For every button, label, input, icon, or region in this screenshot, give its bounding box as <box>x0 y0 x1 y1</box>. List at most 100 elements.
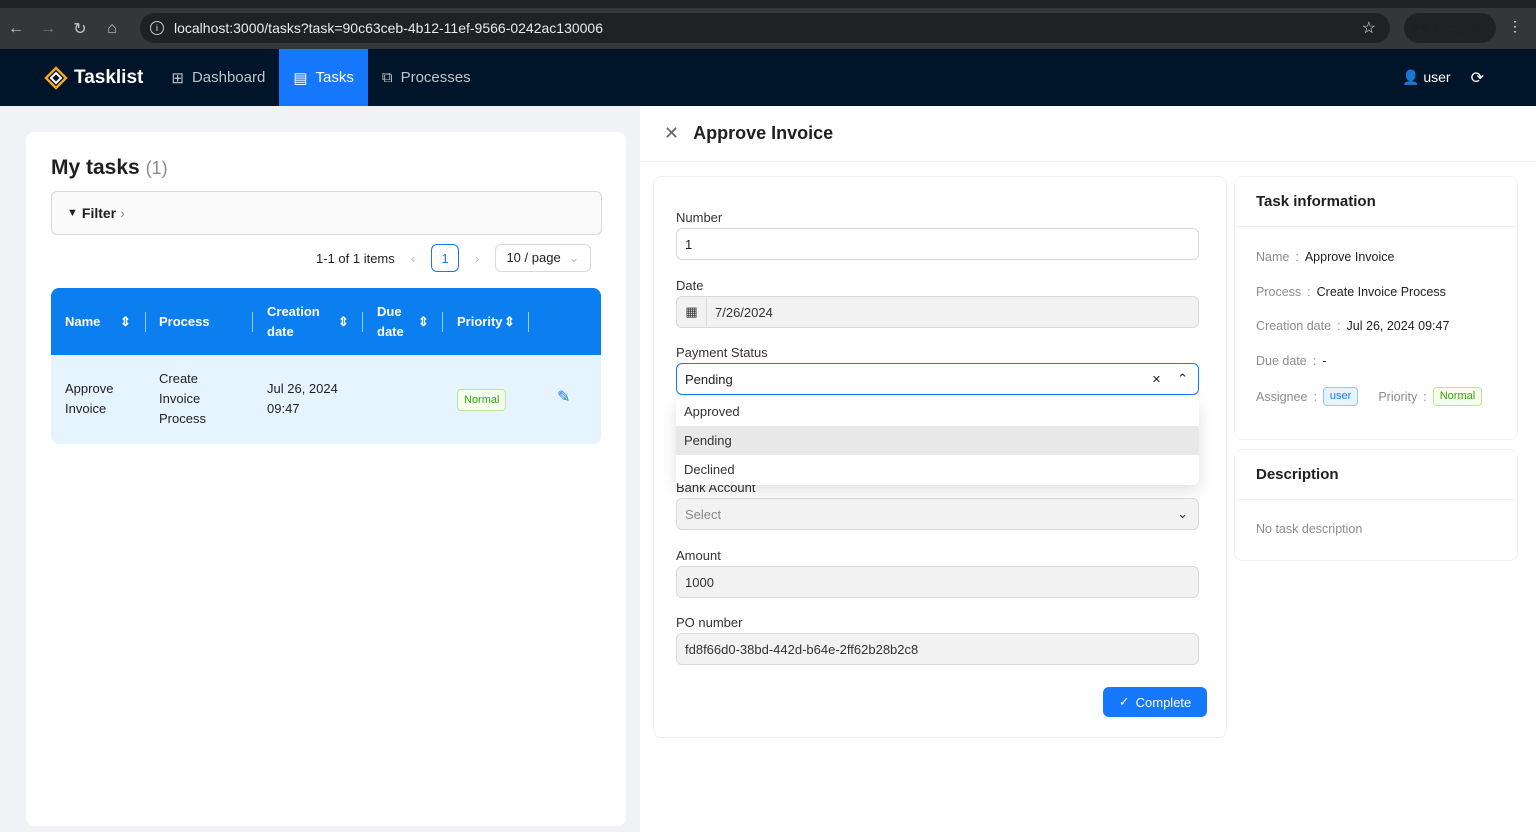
brand-name: Tasklist <box>74 66 144 88</box>
col-due-date[interactable]: Due date <box>377 302 417 342</box>
info-due: - <box>1322 354 1327 368</box>
menu-icon[interactable]: ⋮ <box>1508 18 1522 35</box>
filter-icon: ▼ <box>67 207 78 219</box>
task-info-title: Task information <box>1235 177 1517 227</box>
url-text: localhost:3000/tasks?task=90c63ceb-4b12-… <box>174 20 604 36</box>
clear-icon[interactable]: ✕ <box>1152 373 1161 386</box>
priority-badge: Normal <box>1432 387 1483 406</box>
task-form: Number 1 Date ▦ 7/26/2024 Payment Status … <box>653 176 1227 738</box>
page-title: My tasks (1) <box>51 156 168 180</box>
cell-process: Create Invoice Process <box>159 371 206 426</box>
nav-label: Dashboard <box>191 69 266 86</box>
sort-icon[interactable]: ⇕ <box>418 312 429 332</box>
user-menu[interactable]: 👤 user <box>1402 69 1451 86</box>
status-dropdown: Approved Pending Declined <box>676 397 1199 485</box>
user-name: user <box>1423 69 1451 85</box>
task-count: (1) <box>145 158 168 178</box>
info-key: Assignee <box>1256 389 1308 404</box>
page-size-select[interactable]: 10 / page ⌄ <box>495 244 591 272</box>
option-declined[interactable]: Declined <box>676 455 1199 484</box>
top-nav: Tasklist ⊞ Dashboard ▤ Tasks ⧉ Processes <box>0 49 1536 106</box>
description-title: Description <box>1235 450 1517 500</box>
table-row[interactable]: Approve Invoice Create Invoice Process J… <box>51 355 601 444</box>
pagination-range: 1-1 of 1 items <box>316 250 395 266</box>
back-icon[interactable]: ← <box>0 20 32 38</box>
task-table: Name ⇕ Process Creation date ⇕ Due date … <box>51 288 601 444</box>
col-priority[interactable]: Priority <box>457 312 503 332</box>
processes-icon: ⧉ <box>381 69 393 86</box>
complete-button[interactable]: ✓ Complete <box>1103 687 1207 717</box>
info-process: Create Invoice Process <box>1316 285 1446 299</box>
page-1[interactable]: 1 <box>431 244 460 272</box>
sort-icon[interactable]: ⇕ <box>120 312 131 332</box>
incognito-icon: 🕶 <box>1412 20 1429 35</box>
col-name[interactable]: Name <box>65 312 100 332</box>
forward-icon[interactable]: → <box>32 20 64 38</box>
chevron-down-icon: ⌄ <box>1177 506 1188 521</box>
amount-value: 1000 <box>685 574 714 590</box>
date-input[interactable]: ▦ 7/26/2024 <box>676 296 1199 328</box>
info-name: Approve Invoice <box>1304 250 1395 264</box>
option-pending[interactable]: Pending <box>676 426 1199 455</box>
po-value: fd8f66d0-38bd-442d-b64e-2ff62b28b2c8 <box>685 641 919 657</box>
check-icon: ✓ <box>1118 694 1130 709</box>
cell-created: Jul 26, 2024 09:47 <box>267 381 338 416</box>
status-value: Pending <box>685 371 733 387</box>
po-input[interactable]: fd8f66d0-38bd-442d-b64e-2ff62b28b2c8 <box>676 633 1199 665</box>
edit-icon[interactable]: ✎ <box>557 388 570 408</box>
assignee-badge: user <box>1322 387 1359 406</box>
sort-icon[interactable]: ⇕ <box>504 312 515 332</box>
date-label: Date <box>676 278 704 293</box>
home-icon[interactable]: ⌂ <box>96 20 128 38</box>
col-creation-date[interactable]: Creation date <box>267 302 327 342</box>
description-card: Description No task description <box>1234 449 1518 561</box>
page-size-value: 10 / page <box>506 250 561 265</box>
brand[interactable]: Tasklist <box>44 65 144 90</box>
nav-tasks[interactable]: ▤ Tasks <box>279 49 368 106</box>
info-icon[interactable]: i <box>150 21 164 35</box>
info-created: Jul 26, 2024 09:47 <box>1346 319 1450 333</box>
cell-name: Approve Invoice <box>65 381 114 416</box>
nav-label: Processes <box>400 69 471 86</box>
bank-account-select[interactable]: Select ⌄ <box>676 498 1199 530</box>
sort-icon[interactable]: ⇕ <box>338 312 349 332</box>
filter-toggle[interactable]: ▼ Filter › <box>51 191 602 235</box>
info-key: Due date <box>1256 354 1307 368</box>
info-key: Priority <box>1378 389 1418 404</box>
browser-tab-strip <box>0 0 1536 8</box>
info-key: Process <box>1256 285 1302 299</box>
address-bar[interactable]: i localhost:3000/tasks?task=90c63ceb-4b12… <box>140 13 1390 43</box>
reload-icon[interactable]: ↻ <box>64 19 96 39</box>
nav-processes[interactable]: ⧉ Processes <box>368 49 485 106</box>
col-process: Process <box>159 314 210 329</box>
chevron-down-icon: ⌄ <box>568 250 580 265</box>
table-header: Name ⇕ Process Creation date ⇕ Due date … <box>51 288 601 355</box>
option-approved[interactable]: Approved <box>676 397 1199 426</box>
logo-icon <box>44 65 68 90</box>
incognito-label: Incognito <box>1434 20 1488 36</box>
user-area: 👤 user ⟳ <box>1402 49 1484 106</box>
prev-page-icon[interactable]: ‹ <box>411 251 415 266</box>
task-list-panel: My tasks (1) ▼ Filter › 1-1 of 1 items ‹ 1… <box>26 132 626 826</box>
chevron-up-icon: ⌃ <box>1177 371 1188 386</box>
number-input[interactable]: 1 <box>676 228 1199 260</box>
chevron-right-icon: › <box>120 205 125 221</box>
next-page-icon[interactable]: › <box>475 251 479 266</box>
pagination: 1-1 of 1 items ‹ 1 › 10 / page ⌄ <box>316 244 591 272</box>
payment-status-select[interactable]: Pending ✕ ⌃ <box>676 363 1199 395</box>
calendar-icon[interactable]: ▦ <box>677 297 707 327</box>
star-icon[interactable]: ☆ <box>1362 18 1376 38</box>
task-detail-panel: ✕ Approve Invoice Number 1 Date ▦ 7/26/202… <box>640 106 1536 832</box>
close-icon[interactable]: ✕ <box>664 123 679 144</box>
date-value: 7/26/2024 <box>715 304 773 320</box>
logout-icon[interactable]: ⟳ <box>1471 68 1484 88</box>
payment-status-label: Payment Status <box>676 345 768 360</box>
task-info-card: Task information Name: Approve Invoice Pr… <box>1234 176 1518 440</box>
amount-label: Amount <box>676 548 721 563</box>
po-label: PO number <box>676 615 743 630</box>
incognito-badge[interactable]: 🕶 Incognito <box>1404 13 1496 43</box>
nav-dashboard[interactable]: ⊞ Dashboard <box>157 49 279 106</box>
col-label: Name <box>65 314 101 329</box>
amount-input[interactable]: 1000 <box>676 566 1199 598</box>
tasks-icon: ▤ <box>293 69 308 87</box>
